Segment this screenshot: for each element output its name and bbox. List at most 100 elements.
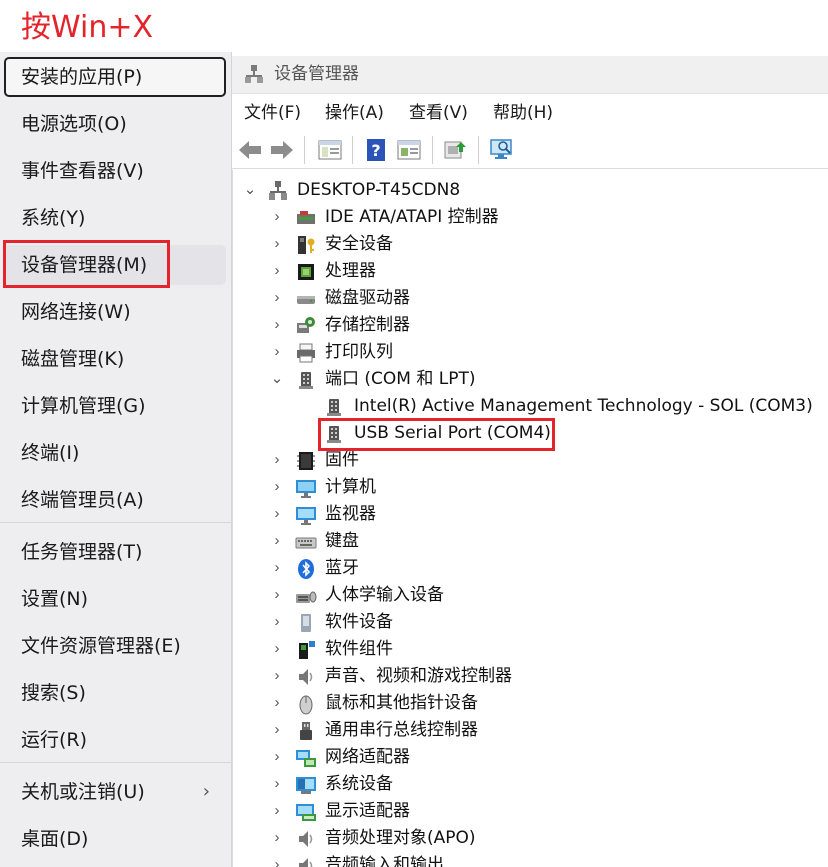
show-hide-console-tree-button[interactable] xyxy=(315,135,345,165)
tree-device[interactable]: Intel(R) Active Management Technology - … xyxy=(233,393,828,420)
tree-category[interactable]: › 磁盘驱动器 xyxy=(233,285,828,312)
tree-device[interactable]: USB Serial Port (COM4) xyxy=(233,420,828,447)
tree-category[interactable]: › 处理器 xyxy=(233,258,828,285)
winx-item-system[interactable]: 系统(Y) xyxy=(4,198,226,238)
tree-category[interactable]: › 软件设备 xyxy=(233,609,828,636)
winx-item-network-connections[interactable]: 网络连接(W) xyxy=(4,292,226,332)
menu-help[interactable]: 帮助(H) xyxy=(493,96,553,130)
chevron-down-icon[interactable]: ⌄ xyxy=(242,181,258,199)
scan-hardware-button[interactable] xyxy=(487,135,517,165)
tree-item-label: 计算机 xyxy=(325,477,376,497)
tree-category[interactable]: › 固件 xyxy=(233,447,828,474)
scan-hardware-icon xyxy=(490,139,512,159)
tree-category[interactable]: › 显示适配器 xyxy=(233,798,828,825)
chevron-right-icon[interactable]: › xyxy=(269,856,285,867)
winx-item-computer-management[interactable]: 计算机管理(G) xyxy=(4,386,226,426)
chevron-right-icon[interactable]: › xyxy=(269,748,285,766)
tree-root-computer[interactable]: ⌄ DESKTOP-T45CDN8 xyxy=(233,177,828,204)
processor-icon xyxy=(298,264,314,280)
tree-item-label: 系统设备 xyxy=(325,774,393,794)
tree-category[interactable]: › 监视器 xyxy=(233,501,828,528)
chevron-right-icon[interactable]: › xyxy=(269,208,285,226)
tree-item-label: 声音、视频和游戏控制器 xyxy=(325,666,512,686)
update-driver-button[interactable] xyxy=(440,135,470,165)
chevron-right-icon[interactable]: › xyxy=(269,586,285,604)
menu-action[interactable]: 操作(A) xyxy=(325,96,384,130)
tree-category[interactable]: › 存储控制器 xyxy=(233,312,828,339)
firmware-icon xyxy=(297,452,315,470)
audio-icon xyxy=(299,858,313,867)
back-button[interactable] xyxy=(235,135,265,165)
tree-category[interactable]: › 蓝牙 xyxy=(233,555,828,582)
tree-category[interactable]: › 键盘 xyxy=(233,528,828,555)
tree-item-label: 网络适配器 xyxy=(325,747,410,767)
winx-item-search[interactable]: 搜索(S) xyxy=(4,673,226,713)
arrow-left-icon xyxy=(239,141,261,159)
winx-item-desktop[interactable]: 桌面(D) xyxy=(4,819,226,859)
tree-category[interactable]: › 打印队列 xyxy=(233,339,828,366)
properties-button[interactable] xyxy=(394,135,424,165)
tree-category[interactable]: › 网络适配器 xyxy=(233,744,828,771)
tree-category[interactable]: › 音频处理对象(APO) xyxy=(233,825,828,852)
chevron-right-icon[interactable]: › xyxy=(269,343,285,361)
chevron-right-icon[interactable]: › xyxy=(269,667,285,685)
chevron-right-icon[interactable]: › xyxy=(269,775,285,793)
winx-item-disk-management[interactable]: 磁盘管理(K) xyxy=(4,339,226,379)
tree-item-label: 键盘 xyxy=(325,531,359,551)
chevron-right-icon[interactable]: › xyxy=(269,721,285,739)
winx-item-task-manager[interactable]: 任务管理器(T) xyxy=(4,532,226,572)
tree-item-label: 鼠标和其他指针设备 xyxy=(325,693,478,713)
tree-category[interactable]: › 人体学输入设备 xyxy=(233,582,828,609)
tree-item-label: DESKTOP-T45CDN8 xyxy=(297,180,461,200)
system-device-icon xyxy=(296,777,316,794)
chevron-right-icon[interactable]: › xyxy=(269,316,285,334)
menu-view[interactable]: 查看(V) xyxy=(409,96,468,130)
winx-item-file-explorer[interactable]: 文件资源管理器(E) xyxy=(4,626,226,666)
tree-category[interactable]: › IDE ATA/ATAPI 控制器 xyxy=(233,204,828,231)
winx-item-terminal-admin[interactable]: 终端管理员(A) xyxy=(4,480,226,520)
chevron-right-icon[interactable]: › xyxy=(269,613,285,631)
chevron-right-icon[interactable]: › xyxy=(269,451,285,469)
device-manager-app-icon xyxy=(245,65,263,83)
chevron-right-icon[interactable]: › xyxy=(269,478,285,496)
winx-item-power-options[interactable]: 电源选项(O) xyxy=(4,104,226,144)
chevron-right-icon[interactable]: › xyxy=(269,640,285,658)
winx-item-device-manager[interactable]: 设备管理器(M) xyxy=(4,245,226,285)
tree-category[interactable]: › 系统设备 xyxy=(233,771,828,798)
chevron-right-icon[interactable]: › xyxy=(269,802,285,820)
tree-category[interactable]: › 鼠标和其他指针设备 xyxy=(233,690,828,717)
tree-category[interactable]: › 软件组件 xyxy=(233,636,828,663)
tree-category[interactable]: › 声音、视频和游戏控制器 xyxy=(233,663,828,690)
tree-category[interactable]: › 计算机 xyxy=(233,474,828,501)
security-device-icon xyxy=(298,236,315,254)
tree-category[interactable]: › 音频输入和输出 xyxy=(233,852,828,867)
chevron-right-icon[interactable]: › xyxy=(269,694,285,712)
chevron-right-icon[interactable]: › xyxy=(269,505,285,523)
network-adapter-icon xyxy=(296,750,316,767)
menu-file[interactable]: 文件(F) xyxy=(244,96,301,130)
winx-item-terminal[interactable]: 终端(I) xyxy=(4,433,226,473)
winx-item-installed-apps[interactable]: 安装的应用(P) xyxy=(4,57,226,97)
winx-item-shutdown-or-signout[interactable]: 关机或注销(U) › xyxy=(4,772,226,812)
tree-category[interactable]: › 安全设备 xyxy=(233,231,828,258)
chevron-right-icon[interactable]: › xyxy=(269,289,285,307)
chevron-right-icon[interactable]: › xyxy=(269,262,285,280)
help-button[interactable]: ? xyxy=(361,135,391,165)
winx-item-label: 计算机管理(G) xyxy=(21,395,146,417)
winx-item-label: 系统(Y) xyxy=(21,207,86,229)
chevron-right-icon[interactable]: › xyxy=(269,559,285,577)
tree-item-label: USB Serial Port (COM4) xyxy=(354,423,551,443)
chevron-right-icon[interactable]: › xyxy=(269,829,285,847)
chevron-right-icon[interactable]: › xyxy=(269,532,285,550)
winx-item-event-viewer[interactable]: 事件查看器(V) xyxy=(4,151,226,191)
svg-text:?: ? xyxy=(371,141,380,160)
chevron-right-icon[interactable]: › xyxy=(269,235,285,253)
software-component-icon xyxy=(299,641,315,659)
window-title: 设备管理器 xyxy=(274,64,359,84)
chevron-down-icon[interactable]: ⌄ xyxy=(269,370,285,388)
winx-item-run[interactable]: 运行(R) xyxy=(4,720,226,760)
winx-item-settings[interactable]: 设置(N) xyxy=(4,579,226,619)
forward-button[interactable] xyxy=(267,135,297,165)
tree-category[interactable]: › 通用串行总线控制器 xyxy=(233,717,828,744)
tree-category[interactable]: ⌄ 端口 (COM 和 LPT) xyxy=(233,366,828,393)
